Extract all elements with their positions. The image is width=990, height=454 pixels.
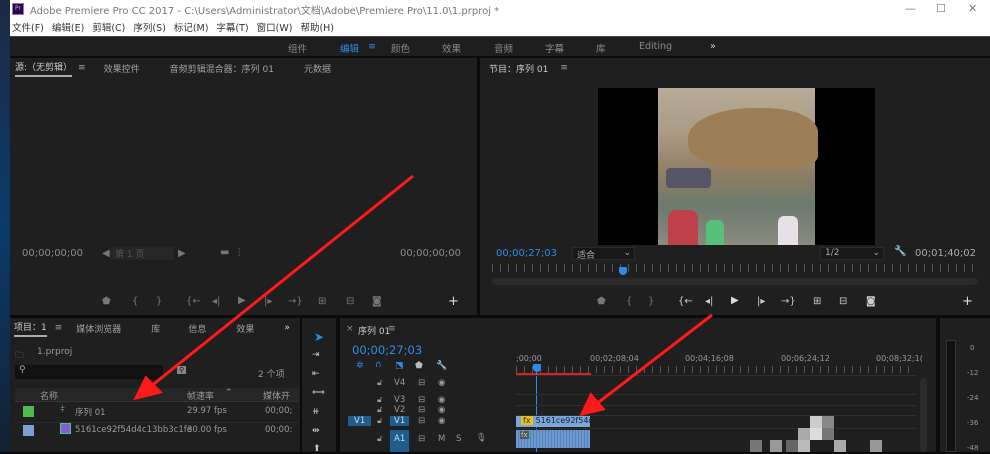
annotation-arrows	[133, 174, 713, 417]
annotation-arrow-project	[149, 174, 414, 389]
annotation-arrow-clip	[594, 313, 713, 407]
arrow-head	[579, 392, 606, 417]
